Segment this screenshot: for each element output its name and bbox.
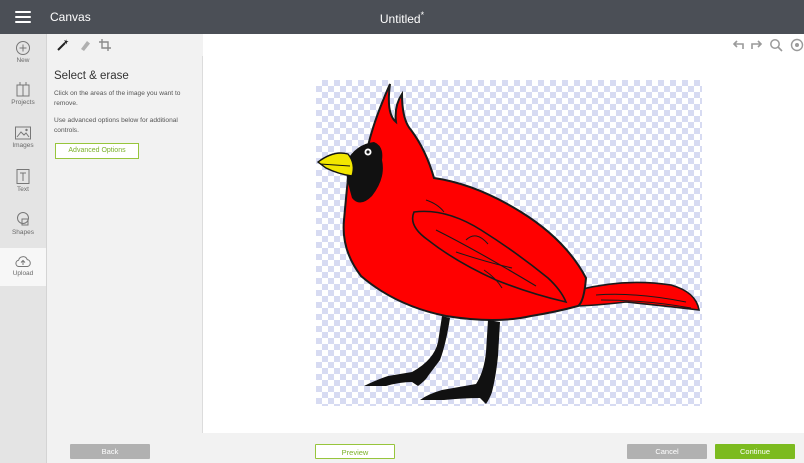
settings-icon[interactable] xyxy=(790,38,804,52)
bottom-bar: Back Preview Cancel Continue xyxy=(47,433,804,463)
nav-item-label: Shapes xyxy=(11,229,35,236)
projects-icon xyxy=(16,82,30,97)
crop-icon[interactable] xyxy=(98,38,112,52)
advanced-options-button[interactable]: Advanced Options xyxy=(55,143,139,159)
advanced-hint-text: Use advanced options below for additiona… xyxy=(54,117,178,134)
eraser-icon[interactable] xyxy=(78,38,92,52)
unsaved-marker: * xyxy=(420,10,425,20)
plus-circle-icon xyxy=(16,41,30,55)
nav-item-label: New xyxy=(16,57,30,64)
nav-item-new[interactable]: New xyxy=(0,40,46,64)
shapes-icon xyxy=(17,212,29,226)
left-nav: New Projects Images Text Shapes Upload xyxy=(0,34,47,463)
uploaded-image-canvas[interactable] xyxy=(316,80,702,406)
nav-item-upload[interactable]: Upload xyxy=(0,248,46,286)
continue-button[interactable]: Continue xyxy=(715,444,795,459)
document-title-text: Untitled xyxy=(379,12,421,26)
cancel-button[interactable]: Cancel xyxy=(627,444,707,459)
nav-item-images[interactable]: Images xyxy=(0,125,46,149)
magic-wand-icon[interactable] xyxy=(56,38,70,52)
panel-title: Select & erase xyxy=(54,70,129,82)
nav-item-projects[interactable]: Projects xyxy=(0,81,46,106)
nav-item-label: Projects xyxy=(11,99,35,106)
nav-item-label: Images xyxy=(12,142,34,149)
document-title[interactable]: Untitled* xyxy=(0,10,804,26)
images-icon xyxy=(15,126,31,140)
preview-button[interactable]: Preview xyxy=(315,444,395,459)
cardinal-leg-left xyxy=(364,316,450,386)
undo-icon[interactable] xyxy=(731,38,745,52)
nav-item-label: Text xyxy=(17,186,29,193)
top-bar: Canvas Untitled* xyxy=(0,0,804,34)
edit-tools xyxy=(47,34,202,56)
nav-item-text[interactable]: Text xyxy=(0,168,46,193)
upload-cloud-icon xyxy=(15,256,31,267)
select-erase-panel: Select & erase Click on the areas of the… xyxy=(47,56,203,433)
text-icon xyxy=(16,169,30,184)
back-button[interactable]: Back xyxy=(70,444,150,459)
canvas-area xyxy=(203,34,804,433)
redo-icon[interactable] xyxy=(750,38,764,52)
nav-item-shapes[interactable]: Shapes xyxy=(0,211,46,236)
instruction-text: Click on the areas of the image you want… xyxy=(54,90,181,107)
nav-item-label: Upload xyxy=(12,270,34,277)
cardinal-illustration xyxy=(316,83,700,404)
zoom-icon[interactable] xyxy=(769,38,783,52)
